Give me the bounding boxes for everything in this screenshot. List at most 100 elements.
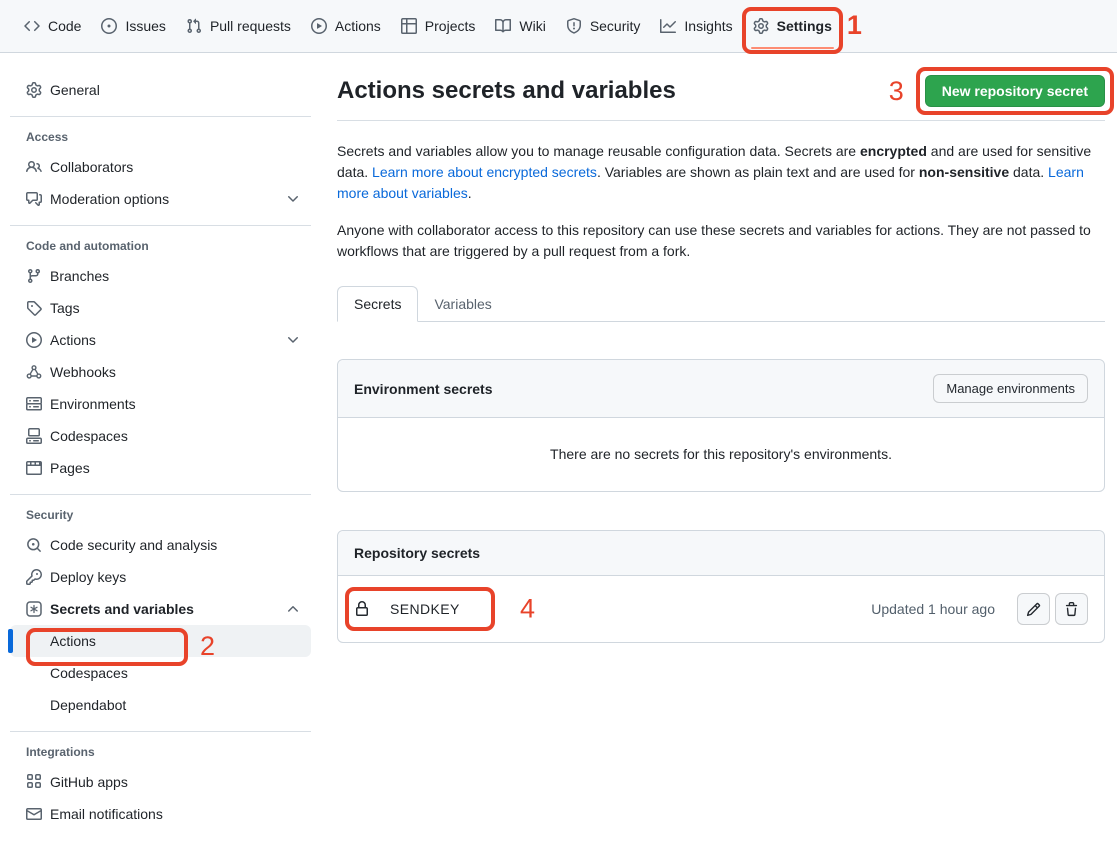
intro-paragraph-2: Anyone with collaborator access to this …: [337, 220, 1105, 262]
table-icon: [401, 18, 417, 34]
annotation-number-2: 2: [200, 633, 215, 660]
intro-bold-encrypted: encrypted: [860, 143, 927, 159]
sidebar-item-tags[interactable]: Tags: [10, 292, 311, 324]
sidebar-item-general[interactable]: General: [10, 74, 311, 106]
repository-secrets-header: Repository secrets: [338, 531, 1104, 576]
chevron-down-icon: [285, 332, 301, 348]
annotation-number-4: 4: [520, 596, 535, 623]
gear-icon: [26, 82, 42, 98]
intro-text: Secrets and variables allow you to manag…: [337, 141, 1105, 262]
apps-icon: [26, 774, 42, 790]
issue-opened-icon: [101, 18, 117, 34]
tab-wiki[interactable]: Wiki: [495, 0, 545, 52]
sidebar-item-label: Webhooks: [50, 364, 116, 380]
sidebar-divider: [10, 731, 311, 732]
browser-icon: [26, 460, 42, 476]
tab-variables[interactable]: Variables: [418, 287, 507, 321]
sidebar-item-secrets-and-variables[interactable]: Secrets and variables: [10, 593, 311, 625]
lock-icon: [354, 601, 370, 617]
selected-accent-bar: [8, 629, 13, 653]
key-asterisk-icon: [26, 601, 42, 617]
sidebar-divider: [10, 494, 311, 495]
sidebar-item-label: Environments: [50, 396, 136, 412]
sidebar-item-label: Actions: [50, 633, 96, 649]
sidebar-header-security: Security: [10, 505, 311, 525]
tab-projects[interactable]: Projects: [401, 0, 476, 52]
sidebar-item-pages[interactable]: Pages: [10, 452, 311, 484]
sidebar-item-branches[interactable]: Branches: [10, 260, 311, 292]
tab-projects-label: Projects: [425, 18, 476, 34]
sidebar-item-label: Collaborators: [50, 159, 133, 175]
tab-insights[interactable]: Insights: [660, 0, 732, 52]
intro-text-span: . Variables are shown as plain text and …: [597, 164, 919, 180]
play-icon: [26, 332, 42, 348]
git-branch-icon: [26, 268, 42, 284]
sidebar-header-integrations: Integrations: [10, 742, 311, 762]
manage-environments-button[interactable]: Manage environments: [933, 374, 1088, 403]
link-encrypted-secrets[interactable]: Learn more about encrypted secrets: [372, 164, 597, 180]
settings-sidebar: General Access Collaborators Moderation …: [0, 53, 321, 830]
chevron-down-icon: [285, 191, 301, 207]
sidebar-item-label: Pages: [50, 460, 90, 476]
new-repository-secret-button[interactable]: New repository secret: [925, 75, 1105, 107]
tab-issues-label: Issues: [125, 18, 165, 34]
sidebar-item-label: Actions: [50, 332, 96, 348]
tab-pull-requests[interactable]: Pull requests: [186, 0, 291, 52]
chevron-up-icon: [285, 601, 301, 617]
repo-tab-nav: Code Issues Pull requests Actions Projec…: [0, 0, 1117, 53]
codespaces-icon: [26, 428, 42, 444]
sidebar-item-codespaces[interactable]: Codespaces: [10, 420, 311, 452]
git-pull-request-icon: [186, 18, 202, 34]
sidebar-item-collaborators[interactable]: Collaborators: [10, 151, 311, 183]
tag-icon: [26, 300, 42, 316]
tab-security-label: Security: [590, 18, 641, 34]
tab-code[interactable]: Code: [24, 0, 81, 52]
sidebar-item-label: Codespaces: [50, 665, 128, 681]
sidebar-item-label: GitHub apps: [50, 774, 128, 790]
gear-icon: [753, 18, 769, 34]
sidebar-header-access: Access: [10, 127, 311, 147]
repository-secrets-card: Repository secrets SENDKEY 4 Updated 1 h…: [337, 530, 1105, 643]
sidebar-item-label: Deploy keys: [50, 569, 126, 585]
main-content: Actions secrets and variables New reposi…: [337, 53, 1105, 643]
delete-secret-button[interactable]: [1055, 593, 1088, 625]
page-title: Actions secrets and variables: [337, 75, 676, 107]
sidebar-subitem-codespaces[interactable]: Codespaces: [10, 657, 311, 689]
sidebar-item-actions[interactable]: Actions: [10, 324, 311, 356]
tab-settings[interactable]: Settings 1: [753, 0, 832, 52]
intro-paragraph-1: Secrets and variables allow you to manag…: [337, 141, 1105, 204]
intro-text-span: .: [468, 185, 472, 201]
tab-actions[interactable]: Actions: [311, 0, 381, 52]
main-header: Actions secrets and variables New reposi…: [337, 75, 1105, 121]
sidebar-item-moderation-options[interactable]: Moderation options: [10, 183, 311, 215]
sidebar-item-label: Moderation options: [50, 191, 169, 207]
sidebar-item-github-apps[interactable]: GitHub apps: [10, 766, 311, 798]
sidebar-item-label: General: [50, 82, 100, 98]
annotation-number-1: 1: [847, 12, 862, 39]
sidebar-item-webhooks[interactable]: Webhooks: [10, 356, 311, 388]
sidebar-item-environments[interactable]: Environments: [10, 388, 311, 420]
environment-secrets-card: Environment secrets Manage environments …: [337, 359, 1105, 492]
comment-discussion-icon: [26, 191, 42, 207]
sidebar-item-deploy-keys[interactable]: Deploy keys: [10, 561, 311, 593]
sidebar-item-code-security[interactable]: Code security and analysis: [10, 529, 311, 561]
book-icon: [495, 18, 511, 34]
sidebar-item-label: Branches: [50, 268, 109, 284]
sidebar-item-email-notifications[interactable]: Email notifications: [10, 798, 311, 830]
webhook-icon: [26, 364, 42, 380]
secret-row-sendkey: SENDKEY 4 Updated 1 hour ago: [338, 576, 1104, 642]
tab-pull-requests-label: Pull requests: [210, 18, 291, 34]
tab-issues[interactable]: Issues: [101, 0, 165, 52]
sidebar-subitem-actions-selected[interactable]: Actions 2: [10, 625, 311, 657]
sidebar-subitem-dependabot[interactable]: Dependabot: [10, 689, 311, 721]
tab-secrets[interactable]: Secrets: [337, 286, 418, 322]
trash-icon: [1064, 602, 1079, 617]
tab-actions-label: Actions: [335, 18, 381, 34]
sidebar-item-label: Secrets and variables: [50, 601, 194, 617]
intro-bold-non-sensitive: non-sensitive: [919, 164, 1009, 180]
secret-row-actions: Updated 1 hour ago: [871, 593, 1088, 625]
tab-wiki-label: Wiki: [519, 18, 545, 34]
edit-secret-button[interactable]: [1017, 593, 1050, 625]
tab-settings-label: Settings: [777, 18, 832, 34]
tab-security[interactable]: Security: [566, 0, 641, 52]
